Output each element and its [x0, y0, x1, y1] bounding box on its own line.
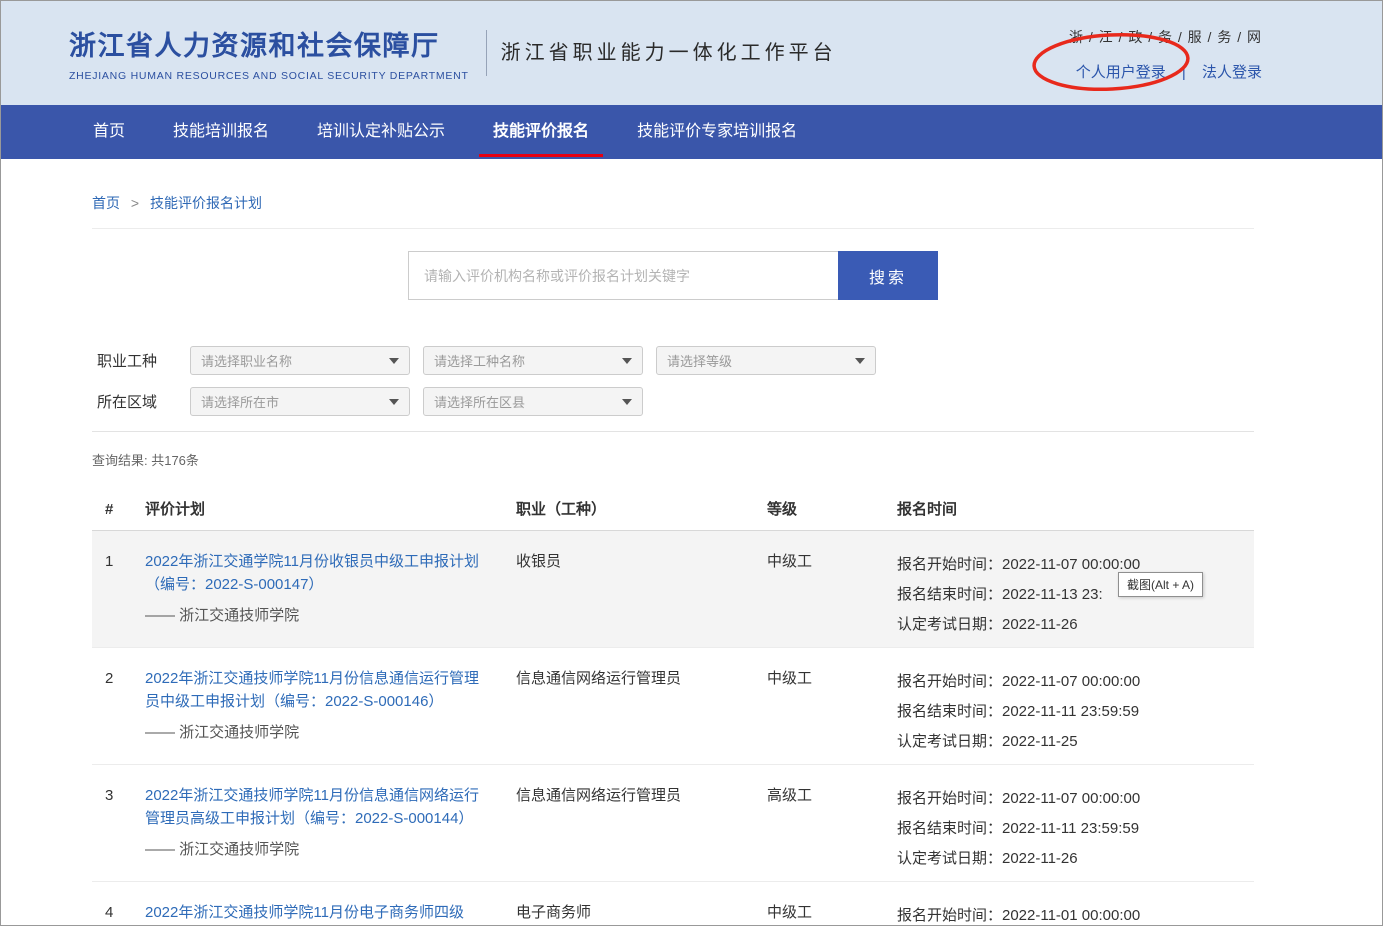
chevron-down-icon	[389, 399, 399, 405]
row-index: 1	[92, 550, 145, 647]
main-nav: 首页 技能培训报名 培训认定补贴公示 技能评价报名 技能评价专家培训报名	[1, 105, 1382, 159]
select-placeholder: 请选择工种名称	[434, 351, 525, 370]
header-level: 等级	[767, 493, 897, 530]
logo: 浙江省人力资源和社会保障厅 ZHEJIANG HUMAN RESOURCES A…	[69, 24, 469, 82]
filters: 职业工种 请选择职业名称 请选择工种名称 请选择等级 所在区域 请选择所在市	[92, 346, 1254, 416]
select-placeholder: 请选择所在市	[201, 392, 279, 411]
nav-item-label: 技能评价报名	[493, 123, 589, 140]
select-placeholder: 请选择所在区县	[434, 392, 525, 411]
district-select[interactable]: 请选择所在区县	[423, 387, 643, 416]
plan-link[interactable]: 2022年浙江交通学院11月份收银员中级工申报计划（编号：2022-S-0001…	[145, 550, 490, 596]
header-divider	[486, 30, 487, 76]
time-line: 认定考试日期：2022-11-26	[897, 610, 1254, 640]
occupation-name-select[interactable]: 请选择职业名称	[190, 346, 410, 375]
chevron-down-icon	[622, 399, 632, 405]
logo-subtitle: ZHEJIANG HUMAN RESOURCES AND SOCIAL SECU…	[69, 70, 469, 82]
plan-cell: 2022年浙江交通学院11月份收银员中级工申报计划（编号：2022-S-0001…	[145, 550, 516, 647]
table-header-row: # 评价计划 职业（工种） 等级 报名时间	[92, 493, 1254, 531]
filter-row-occupation: 职业工种 请选择职业名称 请选择工种名称 请选择等级	[92, 346, 1254, 375]
region-filter-label: 所在区域	[92, 391, 190, 412]
logo-title: 浙江省人力资源和社会保障厅	[69, 24, 469, 63]
header-plan: 评价计划	[145, 493, 516, 530]
times-cell: 报名开始时间：2022-11-07 00:00:00 报名结束时间：2022-1…	[897, 667, 1254, 764]
header-right: 浙 / 江 / 政 / 务 / 服 / 务 / 网 个人用户登录 | 法人登录	[1069, 27, 1262, 82]
chevron-down-icon	[389, 358, 399, 364]
plan-link[interactable]: 2022年浙江交通技师学院11月份信息通信运行管理员中级工申报计划（编号：202…	[145, 667, 490, 713]
city-select[interactable]: 请选择所在市	[190, 387, 410, 416]
breadcrumb-home-link[interactable]: 首页	[92, 195, 120, 211]
page: 浙江省人力资源和社会保障厅 ZHEJIANG HUMAN RESOURCES A…	[0, 0, 1383, 926]
filter-row-region: 所在区域 请选择所在市 请选择所在区县	[92, 387, 1254, 416]
active-tab-underline	[479, 154, 603, 157]
results-summary: 查询结果: 共176条	[92, 450, 1254, 469]
time-line: 报名开始时间：2022-11-07 00:00:00	[897, 667, 1254, 697]
level-cell: 中级工	[767, 550, 897, 647]
level-cell: 高级工	[767, 784, 897, 881]
plan-link[interactable]: 2022年浙江交通技师学院11月份信息通信网络运行管理员高级工申报计划（编号：2…	[145, 784, 490, 830]
screenshot-tooltip: 截图(Alt + A)	[1118, 572, 1203, 597]
chevron-down-icon	[855, 358, 865, 364]
time-line: 报名结束时间：2022-11-11 23:59:59	[897, 697, 1254, 727]
plan-cell: 2022年浙江交通技师学院11月份电子商务师四级	[145, 901, 516, 926]
time-line: 报名结束时间：2022-11-11 23:59:59	[897, 814, 1254, 844]
search-button[interactable]: 搜索	[838, 251, 938, 300]
times-cell: 报名开始时间：2022-11-07 00:00:00 报名结束时间：2022-1…	[897, 784, 1254, 881]
gov-service-net-link[interactable]: 浙 / 江 / 政 / 务 / 服 / 务 / 网	[1069, 27, 1262, 47]
header: 浙江省人力资源和社会保障厅 ZHEJIANG HUMAN RESOURCES A…	[1, 1, 1382, 105]
nav-item-expert-training-signup[interactable]: 技能评价专家培训报名	[637, 105, 797, 159]
times-cell: 报名开始时间：2022-11-07 00:00:00 报名结束时间：2022-1…	[897, 550, 1254, 647]
content: 首页 > 技能评价报名计划 搜索 职业工种 请选择职业名称 请选择工种名称 请选…	[92, 159, 1254, 926]
time-line: 报名开始时间：2022-11-01 00:00:00	[897, 901, 1254, 926]
nav-item-skill-evaluation-signup[interactable]: 技能评价报名	[493, 105, 589, 159]
chevron-down-icon	[622, 358, 632, 364]
breadcrumb-separator: >	[131, 195, 139, 211]
corporate-login-link[interactable]: 法人登录	[1202, 64, 1262, 81]
table-row: 4 2022年浙江交通技师学院11月份电子商务师四级 电子商务师 中级工 报名开…	[92, 882, 1254, 926]
level-cell: 中级工	[767, 901, 897, 926]
breadcrumb: 首页 > 技能评价报名计划	[92, 159, 1254, 229]
platform-title: 浙江省职业能力一体化工作平台	[501, 36, 837, 65]
plan-organization: —— 浙江交通技师学院	[145, 723, 490, 743]
login-separator: |	[1182, 64, 1186, 81]
plan-organization: —— 浙江交通技师学院	[145, 606, 490, 626]
work-type-select[interactable]: 请选择工种名称	[423, 346, 643, 375]
occupation-cell: 电子商务师	[516, 901, 767, 926]
login-row: 个人用户登录 | 法人登录	[1069, 61, 1262, 82]
header-time: 报名时间	[897, 493, 1254, 530]
search-input[interactable]	[408, 251, 838, 300]
nav-item-skill-training-signup[interactable]: 技能培训报名	[173, 105, 269, 159]
select-placeholder: 请选择等级	[667, 351, 732, 370]
row-index: 2	[92, 667, 145, 764]
select-placeholder: 请选择职业名称	[201, 351, 292, 370]
time-line: 认定考试日期：2022-11-26	[897, 844, 1254, 874]
plan-cell: 2022年浙江交通技师学院11月份信息通信网络运行管理员高级工申报计划（编号：2…	[145, 784, 516, 881]
personal-login-link[interactable]: 个人用户登录	[1076, 64, 1166, 81]
table-row: 3 2022年浙江交通技师学院11月份信息通信网络运行管理员高级工申报计划（编号…	[92, 765, 1254, 882]
plan-link[interactable]: 2022年浙江交通技师学院11月份电子商务师四级	[145, 901, 490, 924]
table-row: 1 2022年浙江交通学院11月份收银员中级工申报计划（编号：2022-S-00…	[92, 531, 1254, 648]
plan-organization: —— 浙江交通技师学院	[145, 840, 490, 860]
search-bar: 搜索	[92, 251, 1254, 300]
occupation-filter-label: 职业工种	[92, 350, 190, 371]
section-divider	[92, 431, 1254, 432]
table-row: 2 2022年浙江交通技师学院11月份信息通信运行管理员中级工申报计划（编号：2…	[92, 648, 1254, 765]
breadcrumb-current: 技能评价报名计划	[150, 195, 262, 211]
nav-item-training-subsidy-publicity[interactable]: 培训认定补贴公示	[317, 105, 445, 159]
occupation-cell: 收银员	[516, 550, 767, 647]
time-line: 认定考试日期：2022-11-25	[897, 727, 1254, 757]
nav-item-home[interactable]: 首页	[93, 105, 125, 159]
row-index: 3	[92, 784, 145, 881]
results-table: # 评价计划 职业（工种） 等级 报名时间 1 2022年浙江交通学院11月份收…	[92, 493, 1254, 926]
header-occupation: 职业（工种）	[516, 493, 767, 530]
level-select[interactable]: 请选择等级	[656, 346, 876, 375]
plan-cell: 2022年浙江交通技师学院11月份信息通信运行管理员中级工申报计划（编号：202…	[145, 667, 516, 764]
level-cell: 中级工	[767, 667, 897, 764]
times-cell: 报名开始时间：2022-11-01 00:00:00	[897, 901, 1254, 926]
occupation-cell: 信息通信网络运行管理员	[516, 667, 767, 764]
header-index: #	[92, 493, 145, 530]
occupation-cell: 信息通信网络运行管理员	[516, 784, 767, 881]
time-line: 报名开始时间：2022-11-07 00:00:00	[897, 784, 1254, 814]
row-index: 4	[92, 901, 145, 926]
